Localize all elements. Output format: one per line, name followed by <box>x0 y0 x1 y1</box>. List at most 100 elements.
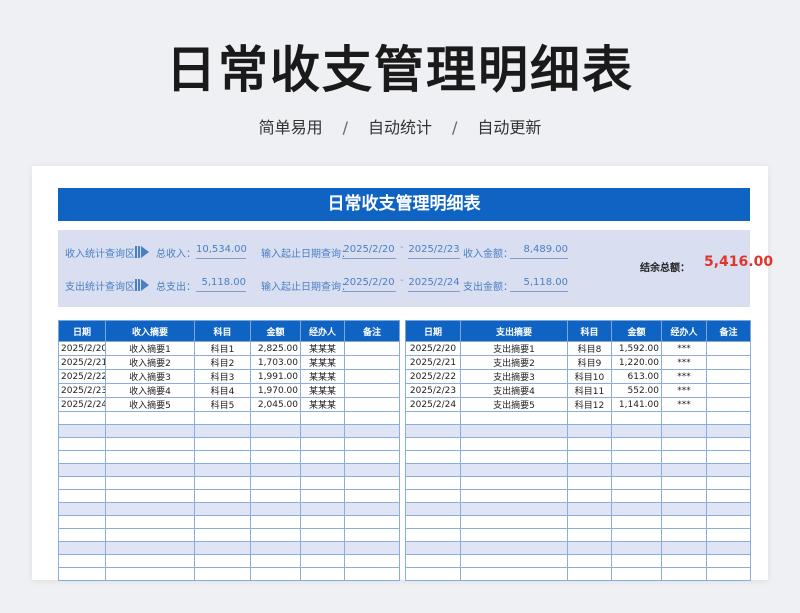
table-row[interactable] <box>58 567 400 581</box>
table-cell[interactable] <box>611 463 662 477</box>
table-cell[interactable] <box>344 424 400 438</box>
table-row[interactable] <box>58 515 400 529</box>
table-cell[interactable] <box>344 383 400 398</box>
table-row[interactable]: 2025/2/24 支出摘要5 科目12 1,141.00 *** <box>405 397 751 412</box>
table-cell[interactable] <box>300 554 345 568</box>
table-cell[interactable] <box>661 554 707 568</box>
table-cell[interactable]: 科目1 <box>194 341 251 356</box>
table-cell[interactable] <box>105 567 195 581</box>
table-cell[interactable] <box>58 424 106 438</box>
table-cell[interactable] <box>250 489 301 503</box>
table-cell[interactable] <box>58 476 106 490</box>
table-cell[interactable] <box>567 476 612 490</box>
table-cell[interactable] <box>58 528 106 542</box>
income-date-to-input[interactable]: 2025/2/23 <box>408 244 460 259</box>
table-cell[interactable] <box>661 489 707 503</box>
table-cell[interactable] <box>344 515 400 529</box>
table-cell[interactable] <box>567 541 612 555</box>
table-cell[interactable] <box>661 437 707 451</box>
table-cell[interactable]: 支出摘要2 <box>460 355 568 370</box>
table-cell[interactable] <box>661 450 707 464</box>
table-cell[interactable] <box>567 554 612 568</box>
table-cell[interactable] <box>661 476 707 490</box>
table-cell[interactable] <box>300 437 345 451</box>
table-row[interactable] <box>405 424 751 438</box>
table-row[interactable]: 2025/2/21 收入摘要2 科目2 1,703.00 某某某 <box>58 355 400 370</box>
table-cell[interactable] <box>58 567 106 581</box>
table-cell[interactable]: 科目10 <box>567 369 612 384</box>
table-cell[interactable] <box>250 463 301 477</box>
table-row[interactable] <box>58 450 400 464</box>
table-cell[interactable] <box>405 424 461 438</box>
table-cell[interactable] <box>105 489 195 503</box>
table-cell[interactable] <box>661 502 707 516</box>
table-cell[interactable] <box>460 489 568 503</box>
table-cell[interactable] <box>105 502 195 516</box>
table-cell[interactable] <box>194 502 251 516</box>
table-cell[interactable] <box>405 463 461 477</box>
table-cell[interactable]: 2025/2/24 <box>58 397 106 412</box>
table-cell[interactable] <box>706 383 751 398</box>
table-cell[interactable] <box>58 437 106 451</box>
table-cell[interactable] <box>344 489 400 503</box>
table-cell[interactable]: 收入摘要5 <box>105 397 195 412</box>
table-cell[interactable] <box>661 515 707 529</box>
table-cell[interactable] <box>706 554 751 568</box>
table-cell[interactable] <box>611 424 662 438</box>
table-cell[interactable] <box>344 355 400 370</box>
table-cell[interactable] <box>460 450 568 464</box>
table-row[interactable]: 2025/2/22 收入摘要3 科目3 1,991.00 某某某 <box>58 369 400 384</box>
table-cell[interactable] <box>567 411 612 425</box>
table-cell[interactable] <box>611 541 662 555</box>
table-cell[interactable] <box>567 489 612 503</box>
table-cell[interactable]: 科目11 <box>567 383 612 398</box>
table-cell[interactable] <box>344 369 400 384</box>
table-row[interactable] <box>58 541 400 555</box>
table-cell[interactable] <box>300 424 345 438</box>
table-cell[interactable]: *** <box>661 355 707 370</box>
table-cell[interactable] <box>706 369 751 384</box>
table-cell[interactable] <box>344 397 400 412</box>
table-cell[interactable]: 2,045.00 <box>250 397 301 412</box>
table-cell[interactable] <box>105 437 195 451</box>
table-cell[interactable] <box>460 528 568 542</box>
table-cell[interactable] <box>300 476 345 490</box>
table-cell[interactable] <box>460 554 568 568</box>
table-cell[interactable]: 科目3 <box>194 369 251 384</box>
table-cell[interactable] <box>706 528 751 542</box>
table-row[interactable]: 2025/2/22 支出摘要3 科目10 613.00 *** <box>405 369 751 384</box>
table-cell[interactable] <box>250 567 301 581</box>
table-cell[interactable] <box>194 476 251 490</box>
table-cell[interactable] <box>611 476 662 490</box>
table-cell[interactable] <box>250 450 301 464</box>
table-cell[interactable] <box>405 541 461 555</box>
table-cell[interactable]: 某某某 <box>300 383 345 398</box>
table-row[interactable]: 2025/2/21 支出摘要2 科目9 1,220.00 *** <box>405 355 751 370</box>
table-cell[interactable] <box>567 502 612 516</box>
table-cell[interactable] <box>300 541 345 555</box>
table-cell[interactable]: 支出摘要5 <box>460 397 568 412</box>
table-cell[interactable] <box>567 515 612 529</box>
table-cell[interactable] <box>58 554 106 568</box>
table-cell[interactable] <box>661 411 707 425</box>
table-cell[interactable] <box>194 463 251 477</box>
table-cell[interactable] <box>706 541 751 555</box>
table-cell[interactable] <box>250 541 301 555</box>
table-cell[interactable]: 科目5 <box>194 397 251 412</box>
table-cell[interactable] <box>300 502 345 516</box>
table-cell[interactable] <box>661 541 707 555</box>
table-cell[interactable] <box>194 489 251 503</box>
table-cell[interactable] <box>250 515 301 529</box>
table-cell[interactable] <box>250 411 301 425</box>
table-row[interactable] <box>58 502 400 516</box>
table-cell[interactable] <box>194 424 251 438</box>
table-row[interactable]: 2025/2/20 支出摘要1 科目8 1,592.00 *** <box>405 341 751 356</box>
table-row[interactable]: 2025/2/23 收入摘要4 科目4 1,970.00 某某某 <box>58 383 400 398</box>
table-cell[interactable]: 2025/2/22 <box>58 369 106 384</box>
table-cell[interactable]: 收入摘要1 <box>105 341 195 356</box>
table-cell[interactable]: 科目2 <box>194 355 251 370</box>
table-row[interactable] <box>58 463 400 477</box>
table-cell[interactable] <box>611 489 662 503</box>
table-cell[interactable] <box>105 554 195 568</box>
table-cell[interactable] <box>460 515 568 529</box>
